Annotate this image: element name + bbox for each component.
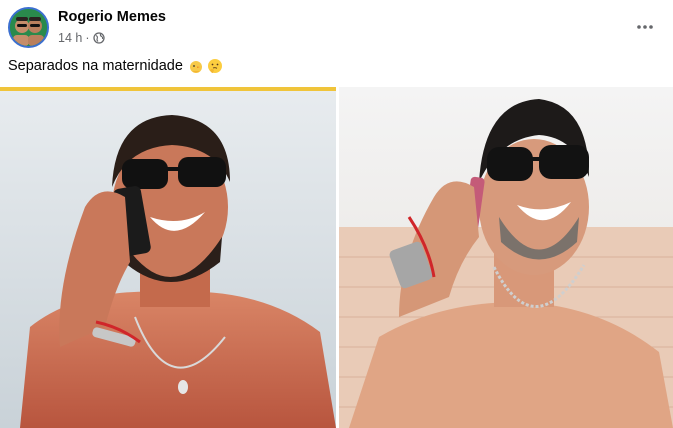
more-options-icon[interactable] — [631, 13, 659, 41]
photo-right[interactable] — [339, 87, 673, 428]
post-meta: 14 h · — [58, 30, 105, 46]
feed-post: Rogerio Memes 14 h · Separados na matern… — [0, 0, 673, 428]
globe-icon[interactable] — [92, 32, 105, 44]
photo-grid — [0, 87, 673, 428]
avatar-image — [10, 9, 47, 46]
thinking-face-emoji — [207, 58, 223, 74]
author-avatar[interactable] — [8, 7, 49, 48]
post-header: Rogerio Memes 14 h · — [8, 7, 665, 51]
meta-separator: · — [85, 31, 90, 45]
post-caption: Separados na maternidade — [8, 58, 223, 74]
post-time[interactable]: 14 h — [58, 31, 82, 45]
photo-left[interactable] — [0, 87, 336, 428]
baby-chick-emoji — [188, 58, 204, 74]
author-name[interactable]: Rogerio Memes — [58, 9, 166, 25]
caption-text: Separados na maternidade — [8, 58, 183, 74]
